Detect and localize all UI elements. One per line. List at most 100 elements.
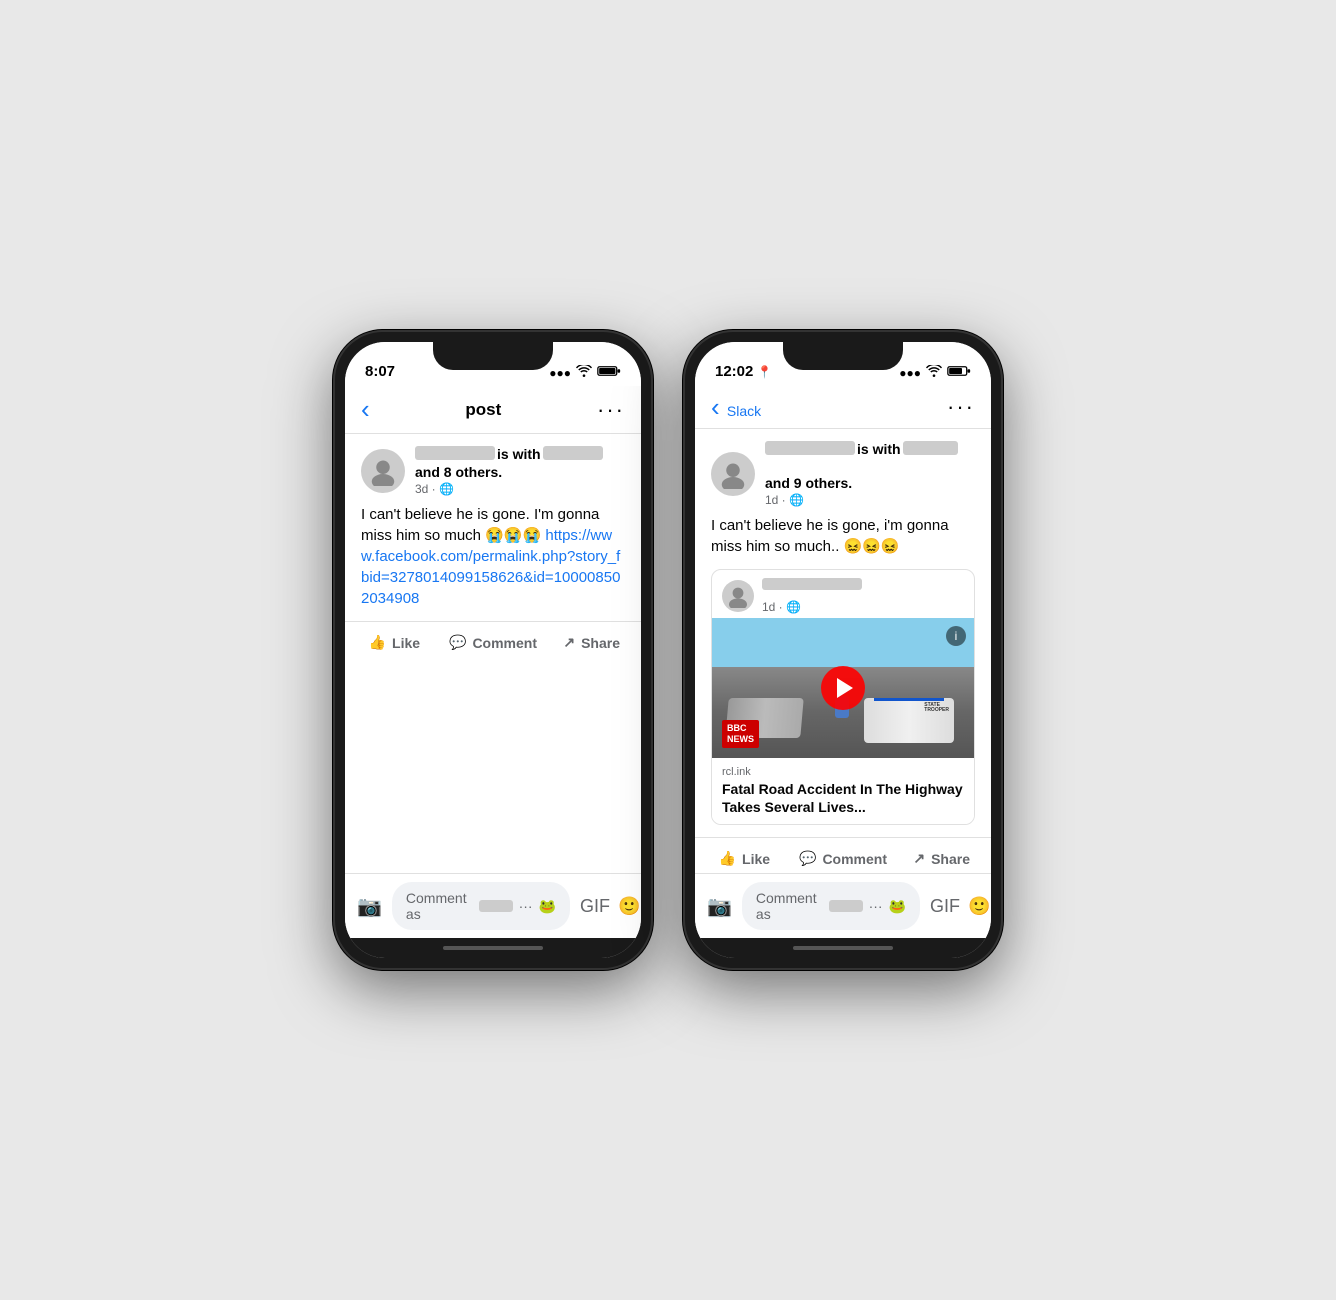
post-time-2: 1d · 🌐 — [765, 493, 975, 507]
notch-1 — [433, 342, 553, 370]
comment-placeholder-2: Comment as — [756, 890, 823, 922]
phone-2-screen: 12:02 📍 ●●● — [695, 342, 991, 958]
sub-blurred-name-2 — [762, 578, 862, 590]
camera-icon-1[interactable]: 📷 — [357, 894, 382, 919]
play-button-2[interactable] — [821, 666, 865, 710]
post-name-1: is with and 8 others. — [415, 446, 625, 480]
gif-label-2[interactable]: GIF — [930, 896, 960, 917]
phone-1-screen: 8:07 ●●● — [345, 342, 641, 958]
wifi-icon-2 — [926, 365, 942, 380]
nav-bar-2: ‹ Slack ··· — [695, 386, 991, 429]
bbc-badge-2: BBC NEWS — [722, 720, 759, 748]
camera-icon-2[interactable]: 📷 — [707, 894, 732, 919]
post-header-1: is with and 8 others. 3d · 🌐 — [345, 434, 641, 504]
battery-icon-1 — [597, 365, 621, 380]
nav-bar-1: ‹ post ··· — [345, 386, 641, 434]
like-button-2[interactable]: 👍 Like — [695, 842, 794, 873]
share-button-2[interactable]: ↗ Share — [892, 842, 991, 873]
content-scroll-1[interactable]: is with and 8 others. 3d · 🌐 I can't bel… — [345, 434, 641, 873]
sub-post-meta-2: 1d · 🌐 — [762, 578, 862, 614]
phone-1: 8:07 ●●● — [333, 330, 653, 970]
like-button-1[interactable]: 👍 Like — [345, 626, 444, 659]
dots-icon-2: ··· — [869, 898, 883, 914]
police-light — [874, 698, 944, 701]
comment-bar-2: 📷 Comment as ··· 🐸 GIF 🙂 — [695, 873, 991, 938]
post-avatar-2 — [711, 452, 755, 496]
back-button-2[interactable]: ‹ Slack — [711, 394, 761, 420]
status-time-1: 8:07 — [365, 363, 395, 380]
blurred-name-3 — [765, 441, 855, 455]
like-label-2: Like — [742, 851, 770, 867]
nav-title-1: post — [465, 400, 501, 420]
name-text-1: is with — [497, 446, 541, 462]
sub-post-2: 1d · 🌐 STATETROOPER — [711, 569, 975, 825]
dots-icon-1: ··· — [519, 898, 533, 914]
slack-back-2: ‹ Slack — [711, 394, 761, 420]
wifi-icon-1 — [576, 365, 592, 380]
share-label-1: Share — [581, 635, 620, 651]
comment-button-1[interactable]: 💬 Comment — [444, 626, 543, 659]
post-header-2: is with and 9 others. 1d · 🌐 — [695, 429, 991, 515]
signal-icon-2: ●●● — [899, 366, 921, 380]
emoji-icon-1[interactable]: 🙂 — [618, 896, 640, 917]
police-car: STATETROOPER — [864, 698, 954, 743]
phone-2: 12:02 📍 ●●● — [683, 330, 1003, 970]
comment-user-1 — [479, 900, 513, 912]
comment-input-2[interactable]: Comment as ··· 🐸 — [742, 882, 920, 930]
post-avatar-1 — [361, 449, 405, 493]
bbc-line1: BBC — [727, 723, 754, 734]
action-bar-2: 👍 Like 💬 Comment ↗ Share — [695, 837, 991, 873]
blurred-name-1 — [415, 446, 495, 460]
sub-post-header-2: 1d · 🌐 — [712, 570, 974, 618]
link-domain-2: rcl.ink — [722, 766, 964, 778]
comment-button-2[interactable]: 💬 Comment — [794, 842, 893, 873]
comment-placeholder-1: Comment as — [406, 890, 473, 922]
comment-icon-2: 💬 — [799, 850, 816, 867]
comment-input-1[interactable]: Comment as ··· 🐸 — [392, 882, 570, 930]
like-label-1: Like — [392, 635, 420, 651]
post-body-2: I can't believe he is gone, i'm gonna mi… — [695, 515, 991, 569]
play-triangle-2 — [837, 678, 853, 698]
gif-label-1[interactable]: GIF — [580, 896, 610, 917]
sticker-icon-1: 🐸 — [539, 898, 556, 915]
post-name-2: is with and 9 others. — [765, 441, 975, 491]
phones-container: 8:07 ●●● — [333, 330, 1003, 970]
comment-user-2 — [829, 900, 863, 912]
slack-label-2: Slack — [727, 403, 761, 419]
comment-extras-2: GIF 🙂 — [930, 896, 990, 917]
post-body-1: I can't believe he is gone. I'm gonna mi… — [345, 504, 641, 621]
share-icon-2: ↗ — [913, 850, 925, 867]
location-icon-2: 📍 — [757, 365, 772, 379]
post-meta-2: is with and 9 others. 1d · 🌐 — [765, 441, 975, 507]
name-text-2: is with — [857, 441, 901, 457]
home-bar-2 — [793, 946, 893, 950]
like-icon-2: 👍 — [719, 850, 736, 867]
video-thumb-2[interactable]: STATETROOPER BBC NEWS — [712, 618, 974, 758]
comment-bar-1: 📷 Comment as ··· 🐸 GIF 🙂 — [345, 873, 641, 938]
comment-label-2: Comment — [822, 851, 887, 867]
home-bar-1 — [443, 946, 543, 950]
notch-2 — [783, 342, 903, 370]
sticker-icon-2: 🐸 — [889, 898, 906, 915]
link-title-2: Fatal Road Accident In The Highway Takes… — [722, 780, 964, 816]
nav-dots-2[interactable]: ··· — [947, 394, 975, 420]
status-icons-2: ●●● — [899, 365, 971, 380]
link-meta-2: rcl.ink Fatal Road Accident In The Highw… — [712, 758, 974, 824]
action-bar-1: 👍 Like 💬 Comment ↗ Share — [345, 621, 641, 663]
back-button-1[interactable]: ‹ — [361, 394, 370, 425]
emoji-icon-2[interactable]: 🙂 — [968, 896, 990, 917]
post-time-1: 3d · 🌐 — [415, 482, 625, 496]
signal-icon-1: ●●● — [549, 366, 571, 380]
home-indicator-2 — [695, 938, 991, 958]
share-label-2: Share — [931, 851, 970, 867]
others-text-1: and 8 others. — [415, 464, 502, 480]
content-scroll-2[interactable]: is with and 9 others. 1d · 🌐 I can't bel… — [695, 429, 991, 873]
sub-post-avatar-2 — [722, 580, 754, 612]
nav-dots-1[interactable]: ··· — [597, 397, 625, 423]
blurred-name-4 — [903, 441, 958, 455]
trooper-text: STATETROOPER — [924, 703, 949, 713]
status-icons-1: ●●● — [549, 365, 621, 380]
post-meta-1: is with and 8 others. 3d · 🌐 — [415, 446, 625, 496]
info-icon-2[interactable]: i — [946, 626, 966, 646]
share-button-1[interactable]: ↗ Share — [542, 626, 641, 659]
